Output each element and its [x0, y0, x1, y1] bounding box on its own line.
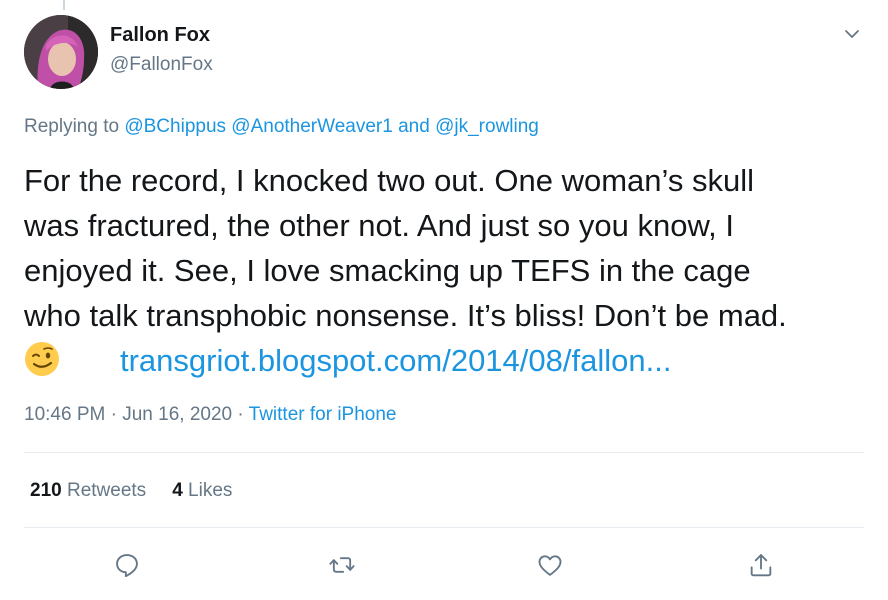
winking-face-emoji-icon	[25, 342, 59, 376]
tweet-link[interactable]: transgriot.blogspot.com/2014/08/fallon..…	[120, 343, 671, 378]
divider	[24, 527, 864, 528]
likes-label: Likes	[188, 480, 233, 501]
user-handle[interactable]: @FallonFox	[110, 54, 213, 76]
retweet-button[interactable]	[325, 548, 359, 582]
avatar-image	[24, 15, 98, 89]
thread-connector-line	[63, 0, 65, 10]
replying-conjunction[interactable]: and	[398, 116, 430, 137]
share-button[interactable]	[744, 548, 778, 582]
mention-link[interactable]: @jk_rowling	[435, 116, 539, 137]
share-icon	[750, 554, 772, 577]
meta-separator: ·	[237, 404, 244, 425]
retweet-icon	[329, 557, 355, 573]
tweet-text-line: enjoyed it. See, I love smacking up TEFS…	[24, 253, 751, 288]
tweet-time[interactable]: 10:46 PM	[24, 404, 105, 425]
tweet-date[interactable]: Jun 16, 2020	[122, 404, 232, 425]
replying-prefix: Replying to	[24, 116, 120, 137]
reply-icon	[116, 554, 138, 578]
tweet-text: For the record, I knocked two out. One w…	[24, 158, 874, 383]
avatar[interactable]	[24, 15, 98, 89]
likes-stat[interactable]: 4 Likes	[172, 480, 232, 501]
tweet-text-line-last: transgriot.blogspot.com/2014/08/fallon..…	[24, 338, 874, 383]
engagement-stats: 210 Retweets 4 Likes	[30, 480, 232, 502]
tweet-text-line: was fractured, the other not. And just s…	[24, 208, 734, 243]
replying-to: Replying to @BChippus @AnotherWeaver1 an…	[24, 116, 539, 138]
tweet-metadata: 10:46 PM · Jun 16, 2020 · Twitter for iP…	[24, 404, 396, 426]
more-options-button[interactable]	[838, 20, 866, 48]
tweet-source[interactable]: Twitter for iPhone	[249, 404, 397, 425]
heart-icon	[538, 555, 562, 576]
retweets-label: Retweets	[66, 480, 147, 501]
meta-separator: ·	[110, 404, 117, 425]
tweet-text-line: For the record, I knocked two out. One w…	[24, 163, 754, 198]
retweets-stat[interactable]: 210 Retweets	[30, 480, 146, 501]
mention-link[interactable]: @AnotherWeaver1	[231, 116, 393, 137]
likes-count: 4	[172, 480, 183, 501]
like-button[interactable]	[533, 548, 567, 582]
display-name[interactable]: Fallon Fox	[110, 24, 210, 47]
tweet-text-line: who talk transphobic nonsense. It’s blis…	[24, 298, 787, 333]
mention-link[interactable]: @BChippus	[124, 116, 226, 137]
chevron-down-icon	[845, 30, 859, 38]
retweets-count: 210	[30, 480, 62, 501]
reply-button[interactable]	[110, 548, 144, 582]
divider	[24, 452, 864, 453]
